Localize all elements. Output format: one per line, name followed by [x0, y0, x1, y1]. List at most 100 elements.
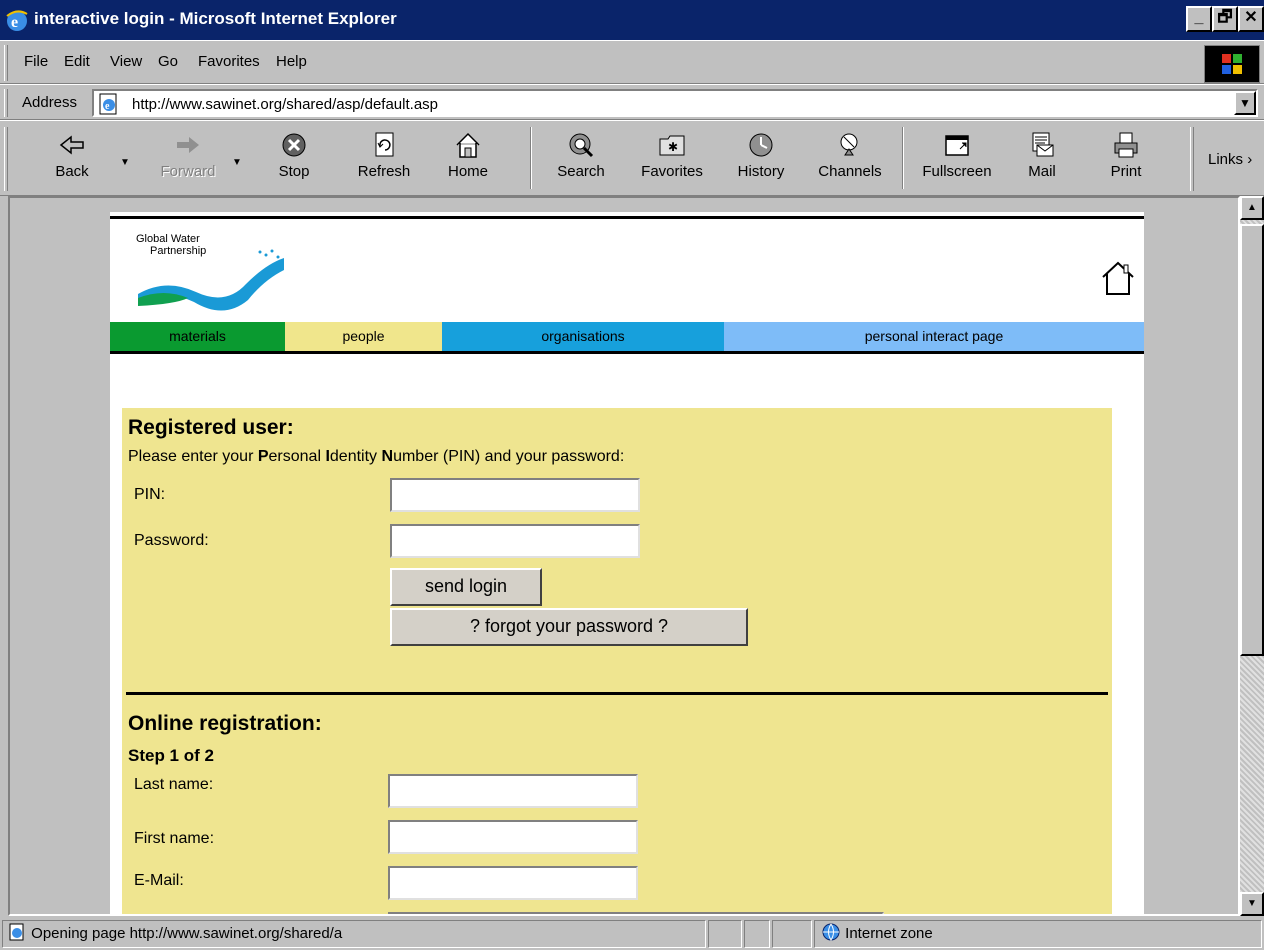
- fullscreen-button[interactable]: Fullscreen: [914, 125, 1000, 193]
- address-bar: Address e http://www.sawinet.org/shared/…: [0, 84, 1264, 120]
- status-pane-offline: [744, 920, 770, 948]
- address-input[interactable]: e http://www.sawinet.org/shared/asp/defa…: [92, 89, 1258, 117]
- last-name-label: Last name:: [134, 776, 214, 793]
- forward-arrow-icon: [177, 137, 199, 153]
- vertical-scrollbar[interactable]: ▲ ▼: [1240, 196, 1264, 916]
- logo-wave-icon: [138, 249, 284, 311]
- email-label: E-Mail:: [134, 872, 184, 889]
- title-bar: e interactive login - Microsoft Internet…: [0, 0, 1264, 40]
- loading-page-icon: [9, 923, 24, 941]
- window-title: interactive login - Microsoft Internet E…: [34, 9, 397, 28]
- refresh-icon: [375, 132, 394, 157]
- search-button[interactable]: Search: [548, 125, 614, 193]
- toolbar-separator: [530, 127, 532, 189]
- email-input[interactable]: [388, 866, 638, 900]
- stop-button[interactable]: Stop: [262, 125, 326, 193]
- fullscreen-icon: [945, 135, 969, 156]
- status-pane-progress: [708, 920, 742, 948]
- pin-input[interactable]: [390, 478, 640, 512]
- svg-text:✱: ✱: [668, 140, 678, 154]
- forward-button[interactable]: Forward: [146, 125, 230, 193]
- pin-instructions: Please enter your Personal Identity Numb…: [128, 448, 625, 465]
- channels-button[interactable]: Channels: [808, 125, 892, 193]
- menu-bar: File Edit View Go Favorites Help: [0, 40, 1264, 84]
- first-name-label: First name:: [134, 830, 215, 847]
- site-nav: materials people organisations personal …: [110, 322, 1144, 354]
- address-label: Address: [22, 94, 78, 111]
- password-input[interactable]: [390, 524, 640, 558]
- page-top-rule: [110, 216, 1144, 219]
- status-pane-security: [772, 920, 812, 948]
- logo-line-1: Global Water: [136, 233, 200, 245]
- web-page: Global Water Partnership materials peopl…: [110, 212, 1144, 914]
- history-button[interactable]: History: [726, 125, 796, 193]
- pin-label: PIN:: [134, 486, 166, 503]
- forward-dropdown-icon[interactable]: ▼: [232, 157, 242, 168]
- password-label: Password:: [134, 532, 209, 549]
- printer-icon: [1114, 132, 1138, 158]
- menu-edit[interactable]: Edit: [64, 53, 90, 70]
- page-icon: e: [99, 93, 117, 115]
- minimize-button[interactable]: _: [1186, 6, 1212, 32]
- address-grip[interactable]: [4, 89, 8, 117]
- status-zone: Internet zone: [845, 925, 933, 942]
- links-button[interactable]: Links ›: [1208, 151, 1252, 168]
- status-zone-pane: Internet zone: [814, 920, 1262, 948]
- channels-satellite-icon: [840, 133, 858, 156]
- history-clock-icon: [749, 133, 773, 157]
- status-message-pane: Opening page http://www.sawinet.org/shar…: [2, 920, 706, 948]
- content-viewport: Global Water Partnership materials peopl…: [8, 196, 1240, 916]
- svg-text:e: e: [11, 14, 18, 31]
- home-icon: [456, 132, 480, 158]
- stop-icon: [282, 133, 306, 157]
- scroll-thumb[interactable]: [1240, 224, 1264, 656]
- address-url: http://www.sawinet.org/shared/asp/defaul…: [132, 96, 439, 113]
- windows-logo-icon: [1204, 45, 1260, 83]
- links-grip[interactable]: [1190, 127, 1194, 191]
- mail-icon: [1032, 132, 1054, 157]
- gwp-logo[interactable]: Global Water Partnership: [136, 234, 286, 314]
- internet-zone-icon: [822, 923, 840, 941]
- nav-people[interactable]: people: [285, 322, 442, 351]
- online-registration-heading: Online registration:: [128, 712, 322, 735]
- maximize-button[interactable]: 🗗: [1212, 6, 1238, 32]
- back-dropdown-icon[interactable]: ▼: [120, 157, 130, 168]
- scroll-down-button[interactable]: ▼: [1240, 892, 1264, 916]
- send-login-button[interactable]: send login: [390, 568, 542, 606]
- print-button[interactable]: Print: [1096, 125, 1156, 193]
- menu-grip[interactable]: [4, 45, 8, 81]
- nav-materials[interactable]: materials: [110, 322, 285, 351]
- nav-organisations[interactable]: organisations: [442, 322, 724, 351]
- menu-go[interactable]: Go: [158, 53, 178, 70]
- menu-help[interactable]: Help: [276, 53, 307, 70]
- refresh-button[interactable]: Refresh: [346, 125, 422, 193]
- toolbar-separator: [902, 127, 904, 189]
- login-panel: Registered user: Please enter your Perso…: [122, 408, 1112, 914]
- menu-favorites[interactable]: Favorites: [198, 53, 260, 70]
- standard-toolbar: Back ▼ Forward ▼ Stop Refresh Home Searc…: [0, 120, 1264, 196]
- first-name-input[interactable]: [388, 820, 638, 854]
- section-divider: [126, 692, 1108, 695]
- search-globe-icon: [569, 133, 594, 158]
- address-dropdown-button[interactable]: ▼: [1234, 91, 1256, 115]
- ie-icon: e: [6, 10, 28, 31]
- status-message: Opening page http://www.sawinet.org/shar…: [31, 925, 343, 942]
- toolbar-grip[interactable]: [4, 127, 8, 191]
- forgot-password-button[interactable]: ? forgot your password ?: [390, 608, 748, 646]
- home-page-icon[interactable]: [1100, 260, 1136, 296]
- registered-user-heading: Registered user:: [128, 416, 294, 439]
- last-name-input[interactable]: [388, 774, 638, 808]
- mail-button[interactable]: Mail: [1012, 125, 1072, 193]
- menu-view[interactable]: View: [110, 53, 142, 70]
- registration-step: Step 1 of 2: [128, 746, 214, 765]
- nav-personal-interact-page[interactable]: personal interact page: [724, 322, 1144, 351]
- scroll-up-button[interactable]: ▲: [1240, 196, 1264, 220]
- menu-file[interactable]: File: [24, 53, 48, 70]
- favorites-folder-icon: ✱: [659, 135, 685, 156]
- back-button[interactable]: Back: [40, 125, 104, 193]
- close-button[interactable]: ✕: [1238, 6, 1264, 32]
- svg-text:e: e: [105, 101, 110, 112]
- home-button[interactable]: Home: [436, 125, 500, 193]
- favorites-button[interactable]: ✱ Favorites: [632, 125, 712, 193]
- status-bar: Opening page http://www.sawinet.org/shar…: [0, 916, 1264, 950]
